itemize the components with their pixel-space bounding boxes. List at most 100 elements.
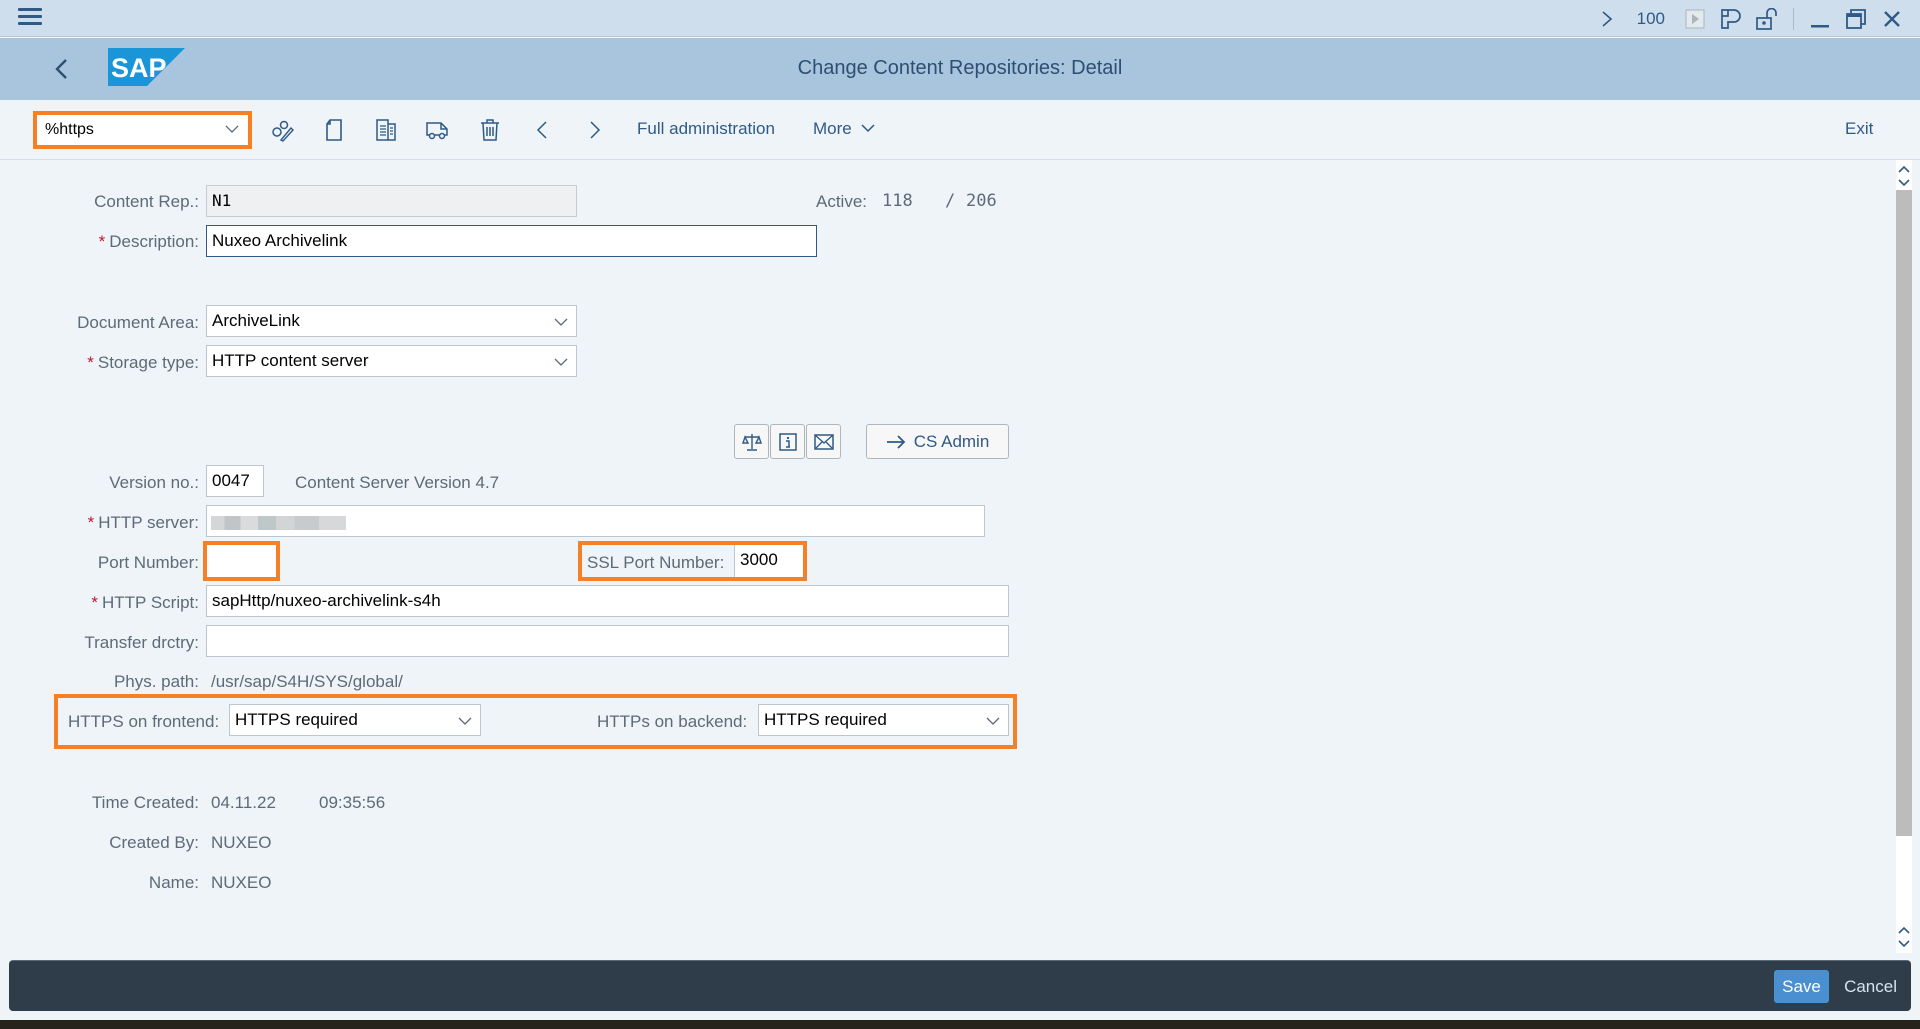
command-field-highlight <box>33 111 252 149</box>
chevron-down-icon <box>554 358 568 366</box>
required-marker: * <box>87 513 95 532</box>
phys-path-label: Phys. path: <box>113 672 199 691</box>
restore-icon[interactable] <box>1838 0 1874 37</box>
redacted-value <box>211 516 346 530</box>
transport-icon[interactable] <box>423 115 453 145</box>
chevron-right-icon[interactable] <box>1589 0 1625 37</box>
content-rep-field: N1 <box>206 185 577 217</box>
version-no-label: Version no.: <box>109 473 199 492</box>
scales-button[interactable] <box>734 424 769 459</box>
http-script-label-text: HTTP Script: <box>102 593 199 612</box>
more-menu-button[interactable]: More <box>813 119 876 139</box>
active-total: 206 <box>966 191 997 211</box>
https-frontend-label: HTTPS on frontend: <box>68 712 220 731</box>
cs-admin-label: CS Admin <box>913 431 990 451</box>
document-area-dropdown[interactable]: ArchiveLink <box>206 305 577 337</box>
storage-type-label-text: Storage type: <box>97 353 199 372</box>
cs-admin-button[interactable]: CS Admin <box>866 424 1009 459</box>
minimize-icon[interactable] <box>1802 0 1838 37</box>
more-label: More <box>813 119 852 138</box>
layout-icon[interactable] <box>1713 0 1749 37</box>
chevron-down-icon <box>861 124 875 133</box>
chevron-down-icon <box>986 717 1000 725</box>
https-backend-dropdown[interactable]: HTTPS required <box>758 704 1009 736</box>
copy-document-icon[interactable] <box>371 115 401 145</box>
https-backend-label: HTTPs on backend: <box>597 712 748 731</box>
phys-path-value: /usr/sap/S4H/SYS/global/ <box>211 672 403 691</box>
envelope-icon <box>813 433 834 450</box>
ssl-port-number-label: SSL Port Number: <box>587 553 725 572</box>
page-title: Change Content Repositories: Detail <box>797 57 1123 79</box>
document-area-value: ArchiveLink <box>212 311 300 330</box>
close-icon[interactable] <box>1874 0 1910 37</box>
cancel-button[interactable]: Cancel <box>1844 970 1897 1003</box>
os-taskbar-edge <box>0 1020 1920 1029</box>
chevron-down-icon <box>458 717 472 725</box>
system-bar: 100 <box>0 0 1920 37</box>
scales-icon <box>741 433 762 451</box>
http-server-field[interactable] <box>206 505 985 537</box>
http-server-label-text: HTTP server: <box>98 513 199 532</box>
scroll-down-icon[interactable] <box>1896 937 1912 951</box>
full-administration-button[interactable]: Full administration <box>637 119 775 139</box>
display-change-icon[interactable] <box>268 115 298 145</box>
name-label: Name: <box>148 873 199 892</box>
create-document-icon[interactable] <box>319 115 349 145</box>
chevron-down-icon <box>554 318 568 326</box>
scroll-up-icon[interactable] <box>1896 923 1912 937</box>
client-number: 100 <box>1636 8 1665 28</box>
vertical-scrollbar[interactable] <box>1896 160 1912 953</box>
scroll-up-icon[interactable] <box>1896 162 1912 176</box>
https-frontend-dropdown[interactable]: HTTPS required <box>229 704 481 736</box>
separator <box>1793 7 1794 30</box>
storage-type-dropdown[interactable]: HTTP content server <box>206 345 577 377</box>
name-value: NUXEO <box>211 873 272 892</box>
toolbar: Full administration More Exit <box>0 100 1920 160</box>
transfer-directory-label: Transfer drctry: <box>84 633 199 652</box>
created-by-value: NUXEO <box>211 833 272 852</box>
version-description: Content Server Version 4.7 <box>295 473 500 492</box>
info-button[interactable] <box>770 424 805 459</box>
delete-icon[interactable] <box>475 115 505 145</box>
footer-bar: Save Cancel <box>9 960 1911 1011</box>
required-marker: * <box>98 232 106 251</box>
time-created-time: 09:35:56 <box>319 793 386 812</box>
info-icon <box>778 432 797 451</box>
created-by-label: Created By: <box>109 833 199 852</box>
unlock-icon[interactable] <box>1749 0 1785 37</box>
storage-type-value: HTTP content server <box>212 351 369 370</box>
save-button[interactable]: Save <box>1774 970 1829 1003</box>
envelope-button[interactable] <box>806 424 841 459</box>
active-label: Active: <box>816 192 868 211</box>
shell-header: SAP Change Content Repositories: Detail <box>0 38 1920 100</box>
arrow-right-icon <box>886 434 905 449</box>
play-box-icon[interactable] <box>1677 0 1713 37</box>
version-no-field[interactable]: 0047 <box>206 465 264 497</box>
exit-button[interactable]: Exit <box>1845 119 1873 139</box>
https-frontend-value: HTTPS required <box>235 710 358 729</box>
command-field[interactable] <box>39 117 246 143</box>
http-server-label: * HTTP server: <box>88 513 199 533</box>
time-created-label: Time Created: <box>91 793 199 812</box>
content-rep-label: Content Rep.: <box>94 192 199 211</box>
previous-icon[interactable] <box>527 115 557 145</box>
storage-type-label: * Storage type: <box>87 353 199 373</box>
time-created-date: 04.11.22 <box>211 793 276 812</box>
description-label-text: Description: <box>109 232 199 251</box>
document-area-label: Document Area: <box>77 313 199 332</box>
chevron-down-icon[interactable] <box>224 121 240 137</box>
http-script-field[interactable]: sapHttp/nuxeo-archivelink-s4h <box>206 585 1009 617</box>
description-field[interactable]: Nuxeo Archivelink <box>206 225 817 257</box>
ssl-port-number-field[interactable]: 3000 <box>734 545 803 577</box>
description-label: * Description: <box>99 232 199 252</box>
scrollbar-thumb[interactable] <box>1896 190 1912 836</box>
next-icon[interactable] <box>580 115 610 145</box>
active-separator: / <box>945 191 956 211</box>
port-number-field[interactable] <box>207 545 276 577</box>
port-number-label: Port Number: <box>97 553 199 572</box>
scroll-down-icon[interactable] <box>1896 176 1912 190</box>
transfer-directory-field[interactable] <box>206 625 1009 657</box>
http-script-label: * HTTP Script: <box>91 593 199 613</box>
hamburger-menu-icon[interactable] <box>18 8 42 28</box>
required-marker: * <box>87 353 94 372</box>
